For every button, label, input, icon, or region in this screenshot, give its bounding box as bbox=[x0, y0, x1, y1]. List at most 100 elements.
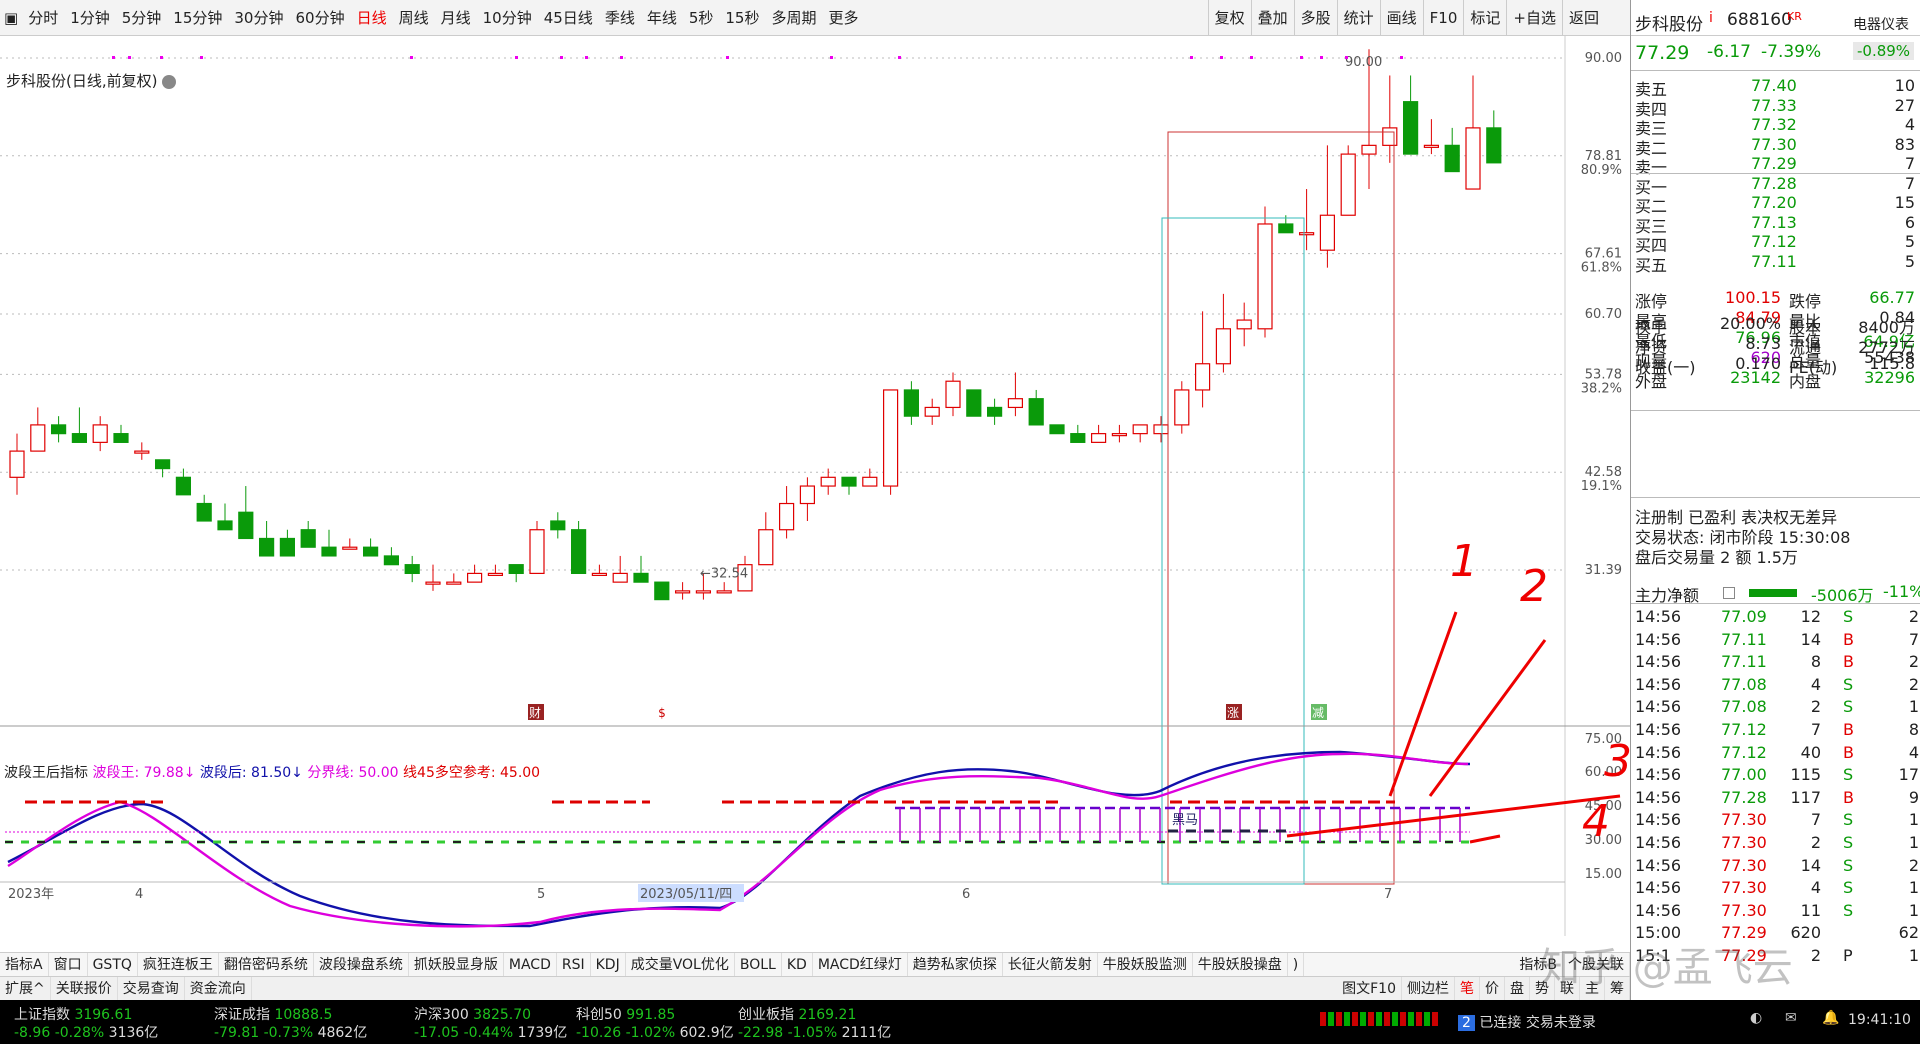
event-badge[interactable]: $ bbox=[655, 704, 671, 720]
period-tab[interactable]: 年线 bbox=[641, 0, 683, 36]
candle bbox=[758, 512, 774, 566]
candle bbox=[1298, 189, 1315, 251]
period-tab[interactable]: 季线 bbox=[599, 0, 641, 36]
tag-label: 黑马 bbox=[1172, 813, 1198, 828]
candle bbox=[1153, 416, 1169, 443]
period-tab[interactable]: 60分钟 bbox=[289, 0, 350, 36]
y-axis-label: 38.2% bbox=[1581, 381, 1622, 396]
svg-text:$: $ bbox=[658, 706, 666, 720]
candle bbox=[30, 407, 46, 452]
index-quote[interactable]: 深证成指 10888.5 bbox=[214, 1004, 332, 1024]
candle bbox=[446, 573, 462, 585]
function-tab[interactable]: 关联报价 bbox=[51, 977, 118, 1000]
low-price-label: ←32.54 bbox=[700, 566, 748, 581]
function-tab[interactable]: 价 bbox=[1480, 977, 1505, 1000]
toolbar-button[interactable]: 画线 bbox=[1379, 0, 1423, 36]
expand-icon[interactable] bbox=[1723, 587, 1735, 599]
bell-icon[interactable]: 🔔 bbox=[1822, 1010, 1839, 1026]
period-tab[interactable]: 月线 bbox=[435, 0, 477, 36]
candle bbox=[487, 564, 503, 577]
indicator-tab[interactable]: KD bbox=[782, 953, 813, 976]
period-tab[interactable]: 15秒 bbox=[719, 0, 765, 36]
index-quote[interactable]: 沪深300 3825.70 bbox=[414, 1004, 531, 1024]
period-tab[interactable]: 45日线 bbox=[538, 0, 599, 36]
price-pct: -7.39% bbox=[1761, 42, 1822, 62]
period-tab[interactable]: 多周期 bbox=[765, 0, 822, 36]
period-tab[interactable]: 日线 bbox=[351, 0, 393, 36]
indicator-tab[interactable]: 翻倍密码系统 bbox=[219, 953, 314, 976]
info-row: 盘后交易量 2 额 1.5万 bbox=[1635, 548, 1798, 567]
candle bbox=[778, 486, 795, 539]
period-tab[interactable]: 5分钟 bbox=[116, 0, 168, 36]
price-row: 77.29 -6.17 -7.39% -0.89% bbox=[1631, 40, 1920, 70]
event-badge[interactable]: 财 bbox=[528, 704, 544, 720]
candle bbox=[986, 398, 1003, 425]
toolbar-button[interactable]: 复权 bbox=[1207, 0, 1251, 36]
function-tab[interactable]: 图文F10 bbox=[1337, 977, 1402, 1000]
tick-row: 14:56 77.12 7 B 8 bbox=[1635, 720, 1919, 739]
period-tab[interactable]: 30分钟 bbox=[228, 0, 289, 36]
function-tab[interactable]: 盘 bbox=[1505, 977, 1530, 1000]
x-axis-label: 2023/05/11/四 bbox=[638, 884, 744, 902]
message-icon[interactable]: ✉ bbox=[1785, 1010, 1797, 1026]
function-tab[interactable]: 交易查询 bbox=[118, 977, 185, 1000]
indicator-tab[interactable]: ) bbox=[1288, 953, 1305, 976]
function-tab[interactable]: 扩展^ bbox=[0, 977, 51, 1000]
function-tab[interactable]: 资金流向 bbox=[185, 977, 252, 1000]
index-quote[interactable]: 上证指数 3196.61 bbox=[14, 1004, 132, 1024]
signal-dot bbox=[128, 56, 131, 59]
event-badge[interactable]: 涨 bbox=[1226, 704, 1242, 720]
signal-dot bbox=[560, 56, 563, 59]
indicator-tab[interactable]: 长征火箭发射 bbox=[1003, 953, 1098, 976]
indicator-tab[interactable]: 成交量VOL优化 bbox=[626, 953, 735, 976]
period-tab[interactable]: 5秒 bbox=[683, 0, 720, 36]
period-tab[interactable]: 更多 bbox=[823, 0, 865, 36]
candle bbox=[425, 564, 441, 591]
period-tab[interactable]: 分时 bbox=[22, 0, 64, 36]
indicator-tab[interactable]: 牛股妖股监测 bbox=[1098, 953, 1193, 976]
kline-chart-area[interactable]: 步科股份(日线,前复权) 90.00 78.81 80.9% 67.61 61.8% 60… bbox=[0, 36, 1630, 936]
index-quote[interactable]: 科创50 991.85 bbox=[576, 1004, 675, 1024]
indicator-tab[interactable]: MACD红绿灯 bbox=[813, 953, 908, 976]
indicator-tab[interactable]: 窗口 bbox=[49, 953, 88, 976]
annotation-number: 1 bbox=[1450, 536, 1478, 587]
toolbar-button[interactable]: 返回 bbox=[1561, 0, 1605, 36]
lock-icon[interactable]: ◐ bbox=[1750, 1010, 1762, 1026]
function-tab[interactable]: 侧边栏 bbox=[1402, 977, 1455, 1000]
indicator-tab[interactable]: 指标A bbox=[0, 953, 49, 976]
candle bbox=[1007, 372, 1024, 417]
period-tab[interactable]: 15分钟 bbox=[167, 0, 228, 36]
index-quote[interactable]: 创业板指 2169.21 bbox=[738, 1004, 856, 1024]
toolbar-button[interactable]: F10 bbox=[1422, 0, 1464, 36]
toolbar-button[interactable]: 统计 bbox=[1336, 0, 1380, 36]
period-tab[interactable]: 1分钟 bbox=[64, 0, 116, 36]
signal-dot bbox=[1220, 56, 1223, 59]
index-change: -17.05 -0.44% 1739亿 bbox=[414, 1025, 568, 1041]
info-icon[interactable]: i bbox=[1709, 10, 1713, 26]
period-tab[interactable]: 10分钟 bbox=[477, 0, 538, 36]
indicator-tab[interactable]: RSI bbox=[557, 953, 591, 976]
sector-name[interactable]: 电器仪表 bbox=[1853, 14, 1909, 34]
x-axis-label: 2023年 bbox=[8, 887, 54, 902]
toolbar-button[interactable]: 多股 bbox=[1293, 0, 1337, 36]
indicator-tab[interactable]: 疯狂连板王 bbox=[138, 953, 219, 976]
toolbar-button[interactable]: +自选 bbox=[1506, 0, 1562, 36]
function-tab[interactable]: 笔 bbox=[1455, 977, 1480, 1000]
index-change: -79.81 -0.73% 4862亿 bbox=[214, 1025, 368, 1041]
window-icon[interactable]: ▣ bbox=[0, 0, 22, 36]
indicator-tab[interactable]: BOLL bbox=[735, 953, 782, 976]
indicator-tab[interactable]: GSTQ bbox=[88, 953, 138, 976]
indicator-tab[interactable]: 抓妖股显身版 bbox=[409, 953, 504, 976]
candle bbox=[363, 538, 379, 557]
event-badge[interactable]: 减 bbox=[1311, 704, 1327, 720]
indicator-tab[interactable]: MACD bbox=[504, 953, 557, 976]
period-tab[interactable]: 周线 bbox=[393, 0, 435, 36]
quote-panel: 步科股份 i 688160 KR 电器仪表 77.29 -6.17 -7.39%… bbox=[1630, 0, 1920, 1000]
toolbar-button[interactable]: 叠加 bbox=[1250, 0, 1294, 36]
indicator-tab[interactable]: KDJ bbox=[591, 953, 626, 976]
indicator-tab[interactable]: 趋势私家侦探 bbox=[908, 953, 1003, 976]
indicator-tab[interactable]: 牛股妖股操盘 bbox=[1193, 953, 1288, 976]
index-change: -22.98 -1.05% 2111亿 bbox=[738, 1025, 892, 1041]
toolbar-button[interactable]: 标记 bbox=[1463, 0, 1506, 36]
indicator-tab[interactable]: 波段操盘系统 bbox=[314, 953, 409, 976]
